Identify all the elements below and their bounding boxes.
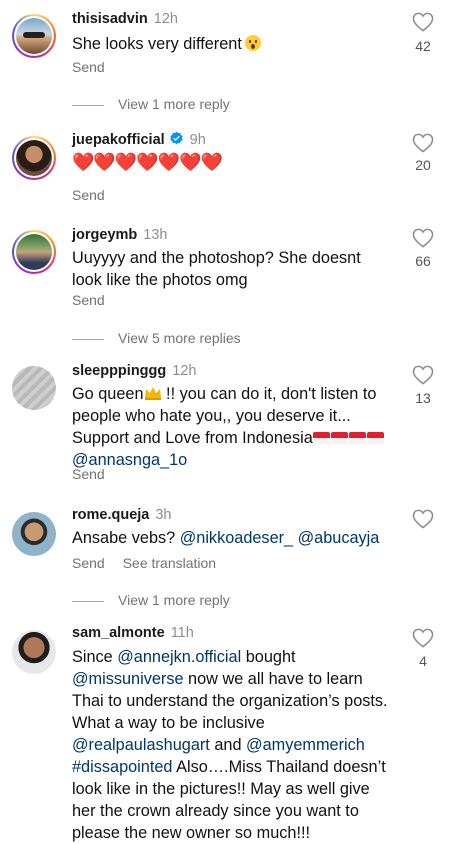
like-heart-icon[interactable]: [412, 133, 434, 153]
mention-link[interactable]: @nikkoadeser_: [180, 529, 293, 547]
mention-link[interactable]: @missuniverse: [72, 670, 184, 688]
mention-link[interactable]: @annejkn.official: [117, 648, 241, 666]
divider: [72, 338, 104, 340]
like-count: 66: [415, 253, 431, 269]
send-button[interactable]: Send: [72, 466, 105, 482]
timestamp: 9h: [189, 132, 206, 148]
send-row: Send See translation: [72, 555, 216, 571]
username[interactable]: juepakofficial 9h: [72, 131, 206, 148]
username[interactable]: sam_almonte 11h: [72, 625, 194, 641]
send-button[interactable]: Send: [72, 555, 105, 571]
send-button[interactable]: Send: [72, 59, 105, 75]
hushed-face-icon: [244, 35, 261, 51]
username[interactable]: jorgeymb 13h: [72, 227, 167, 243]
indonesia-flag-icon: [330, 432, 348, 444]
avatar[interactable]: [12, 630, 56, 674]
comment-text: Since @annejkn.official bought @missuniv…: [72, 648, 388, 842]
avatar[interactable]: [12, 14, 56, 58]
like-heart-icon[interactable]: [412, 365, 434, 385]
indonesia-flag-icon: [348, 432, 366, 444]
send-button[interactable]: Send: [72, 292, 105, 308]
like-count: 13: [415, 390, 431, 406]
view-replies-button[interactable]: View 1 more reply: [72, 96, 230, 112]
username[interactable]: rome.queja 3h: [72, 507, 172, 523]
crown-icon: [144, 387, 161, 400]
like-heart-icon[interactable]: [412, 12, 434, 32]
mention-link[interactable]: @abucayja: [298, 529, 380, 547]
like-count: 42: [415, 38, 431, 54]
like-heart-icon[interactable]: [412, 509, 434, 529]
divider: [72, 104, 104, 106]
see-translation-button[interactable]: See translation: [123, 555, 216, 571]
send-button[interactable]: Send: [72, 187, 105, 203]
timestamp: 3h: [155, 507, 172, 523]
like-count: 20: [415, 157, 431, 173]
like-heart-icon[interactable]: [412, 628, 434, 648]
divider: [72, 600, 104, 602]
avatar[interactable]: [12, 230, 56, 274]
avatar[interactable]: [12, 136, 56, 180]
hashtag-link[interactable]: #dissapointed: [72, 758, 172, 776]
comment-text: ❤️❤️❤️❤️❤️❤️❤️: [72, 152, 223, 172]
comment-text: She looks very different: [72, 33, 392, 55]
like-count: 4: [419, 653, 427, 669]
like-heart-icon[interactable]: [412, 228, 434, 248]
mention-link[interactable]: @amyemmerich: [246, 736, 365, 754]
indonesia-flag-icon: [312, 432, 330, 444]
username[interactable]: thisisadvin 12h: [72, 11, 178, 27]
comment-text: Uuyyyy and the photoshop? She doesnt loo…: [72, 249, 361, 289]
verified-badge-icon: [169, 131, 183, 145]
username[interactable]: sleepppinggg 12h: [72, 363, 196, 379]
view-replies-button[interactable]: View 5 more replies: [72, 330, 241, 346]
avatar[interactable]: [12, 512, 56, 556]
timestamp: 13h: [143, 227, 168, 243]
comment-text: Ansabe vebs? @nikkoadeser_ @abucayja: [72, 529, 380, 547]
timestamp: 11h: [170, 625, 194, 641]
timestamp: 12h: [153, 11, 178, 27]
comment-text: Go queen !! you can do it, don't listen …: [72, 383, 392, 471]
mention-link[interactable]: @realpaulashugart: [72, 736, 210, 754]
indonesia-flag-icon: [366, 432, 384, 444]
avatar[interactable]: [12, 366, 56, 410]
timestamp: 12h: [172, 363, 197, 379]
view-replies-button[interactable]: View 1 more reply: [72, 592, 230, 608]
